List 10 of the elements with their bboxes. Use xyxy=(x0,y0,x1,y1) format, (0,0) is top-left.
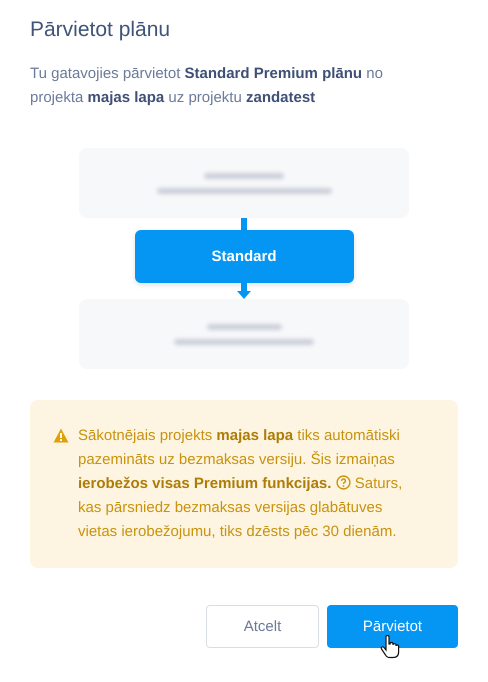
warning-icon xyxy=(53,428,69,443)
hand-cursor-icon xyxy=(380,635,400,659)
help-icon[interactable] xyxy=(336,475,351,490)
dialog-title: Pārvietot plānu xyxy=(30,17,170,43)
warning-text: Sākotnējais projekts majas lapa tiks automātiski pazemināts uz bezmaksas versiju. Šis izmaiņas ierobežos visas Premium funkcijas. Saturs, kas pārsniedz bezmaksas versijas glabātuves vietas ierobežojumu, tiks dzēsts pēc 30 dienām. xyxy=(78,426,404,542)
plan-box: Standard xyxy=(134,230,354,283)
move-button[interactable]: Pārvietot xyxy=(327,605,458,648)
description: Tu gatavojies pārvietot Standard Premium plānu no projekta majas lapa uz projektu zandatest xyxy=(30,64,384,108)
arrow-down-icon xyxy=(237,283,251,299)
cancel-button[interactable]: Atcelt xyxy=(206,605,319,648)
